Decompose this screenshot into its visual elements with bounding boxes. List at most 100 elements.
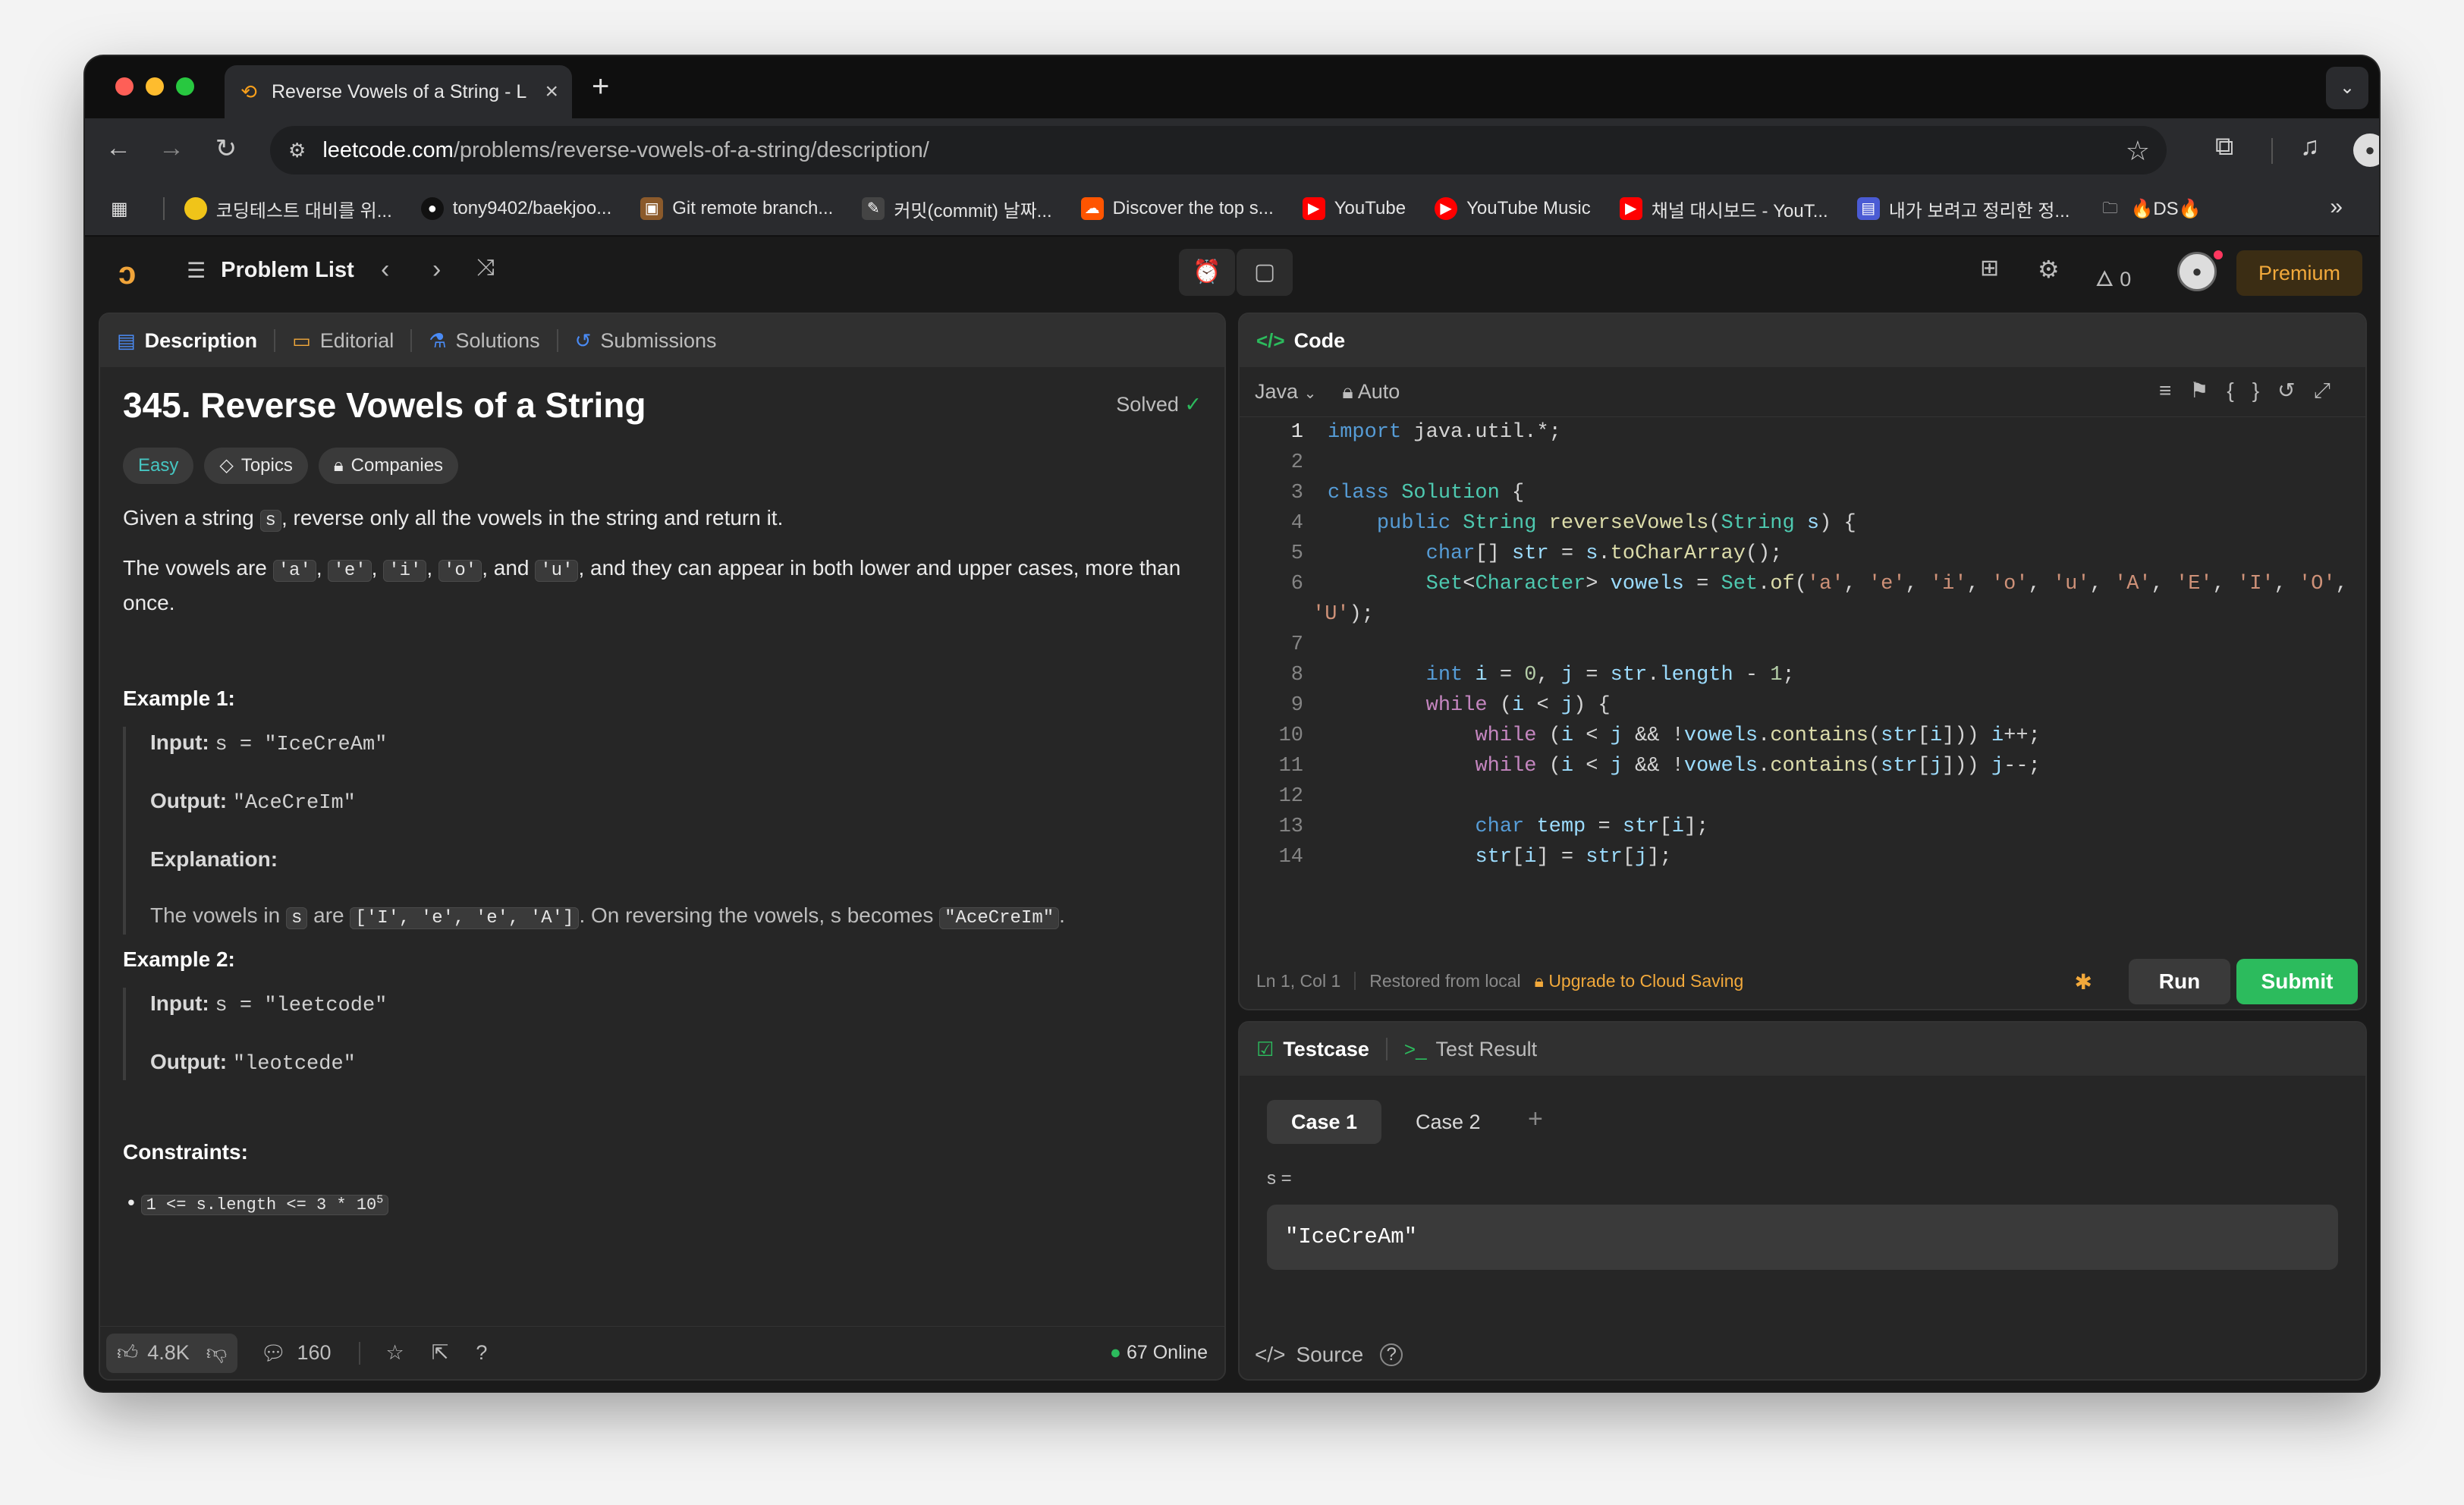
bookmark-item[interactable]: 코딩테스트 대비를 위... (184, 196, 392, 222)
media-control-icon[interactable]: ♫ (2300, 132, 2320, 162)
tab-divider (556, 329, 558, 352)
bookmark-item[interactable]: ✎ 커밋(commit) 날짜... (862, 196, 1052, 222)
layout-grid-icon[interactable]: ⊞ (1980, 255, 1999, 281)
example-1-heading: Example 1: (123, 687, 235, 710)
bookmark-item[interactable]: ▤ 내가 보려고 정리한 정... (1856, 196, 2070, 222)
bookmark-item[interactable]: ▶ 채널 대시보드 - YouT... (1619, 196, 1828, 222)
tab-description[interactable]: ▤ Description (117, 329, 257, 353)
companies-button[interactable]: 🔒︎ Companies (318, 448, 459, 484)
case-1-tab[interactable]: Case 1 (1267, 1100, 1382, 1144)
minimize-window-button[interactable] (146, 77, 164, 96)
code-brackets-icon: </> (1255, 1343, 1286, 1366)
streak-fire-icon[interactable]: 🜂 0 (2095, 255, 2131, 298)
close-tab-icon[interactable]: × (545, 79, 558, 105)
expand-icon[interactable]: ⤢ (2314, 379, 2349, 402)
source-button[interactable]: </> Source? (1255, 1343, 1403, 1367)
document-icon: ▤ (117, 328, 136, 352)
bookmark-folder[interactable]: 🗀 🔥DS🔥 (2098, 197, 2201, 220)
comment-icon: 💬︎ (260, 1341, 287, 1365)
shuffle-icon[interactable]: ⤨ (476, 255, 495, 281)
difficulty-badge: Easy (123, 448, 194, 484)
add-case-icon[interactable]: + (1528, 1104, 1543, 1134)
problem-title[interactable]: 345. Reverse Vowels of a String (123, 382, 1202, 428)
solved-status: Solved ✓ (1116, 393, 1202, 416)
tab-bar: ⟲ Reverse Vowels of a String - L × + ⌄ (85, 56, 2379, 118)
check-circle-icon: ✓ (1184, 393, 1202, 416)
testcase-input[interactable]: "IceCreAm" (1267, 1205, 2338, 1270)
run-button[interactable]: Run (2129, 959, 2230, 1004)
forward-icon[interactable]: → (155, 134, 188, 163)
submit-button[interactable]: Submit (2236, 959, 2358, 1004)
help-icon[interactable]: ? (1380, 1343, 1403, 1366)
back-icon[interactable]: ← (102, 134, 135, 163)
notes-icon[interactable]: ▢ (1237, 249, 1293, 296)
editor-status-bar: Ln 1, Col 1 Restored from local 🔒︎ Upgra… (1240, 953, 2365, 1009)
bookmark-item[interactable]: ▣ Git remote branch... (640, 197, 833, 220)
format-icon[interactable]: ≡ (2159, 379, 2189, 402)
language-select[interactable]: Java ⌄ (1255, 380, 1316, 404)
constraints-heading: Constraints: (123, 1140, 248, 1164)
thumbs-up-icon[interactable]: 👍︎ (117, 1341, 138, 1365)
bookmark-item[interactable]: ● tony9402/baekjoo... (420, 197, 611, 220)
problem-list-button[interactable]: ☰ Problem List (187, 258, 354, 283)
braces-icon[interactable]: {} (2227, 379, 2277, 402)
reset-icon[interactable]: ↺ (2277, 379, 2313, 402)
autocomplete-mode[interactable]: 🔒︎ Auto (1342, 380, 1400, 404)
folder-icon: 🗀 (2102, 200, 2118, 217)
toolbar-divider (2271, 138, 2273, 164)
page-icon: ▣ (640, 197, 664, 220)
tab-divider (410, 329, 413, 352)
tab-search-button[interactable]: ⌄ (2326, 67, 2368, 109)
bookmark-star-icon[interactable]: ☆ (2126, 135, 2150, 167)
editor-tools: ≡⚑{}↺⤢ (2159, 378, 2349, 404)
book-icon: ▭ (292, 328, 311, 352)
lock-icon: 🔒︎ (333, 455, 344, 476)
timer-icon[interactable]: ⏰ (1179, 249, 1235, 296)
favorite-star-icon[interactable]: ☆ (386, 1341, 404, 1365)
problem-tags: Easy ◇ Topics 🔒︎ Companies (123, 448, 1202, 484)
extensions-icon[interactable]: ⧉ (2215, 132, 2233, 162)
browser-tab[interactable]: ⟲ Reverse Vowels of a String - L × (225, 65, 572, 118)
bookmark-item[interactable]: ☁ Discover the top s... (1080, 197, 1274, 220)
more-bookmarks-icon[interactable]: » (2330, 194, 2343, 220)
leetcode-logo-icon[interactable]: ↄ (118, 255, 136, 291)
comments-button[interactable]: 💬︎ 160 (260, 1341, 331, 1365)
tab-code[interactable]: </> Code (1256, 329, 1345, 353)
case-2-tab[interactable]: Case 2 (1391, 1100, 1505, 1144)
code-editor[interactable]: 1 import java.util.*; 2 3 class Solution {… (1240, 417, 2365, 880)
user-avatar[interactable]: ● (2177, 252, 2217, 291)
new-tab-button[interactable]: + (592, 70, 609, 104)
online-dot-icon: ● (1109, 1342, 1122, 1363)
url-text[interactable]: leetcode.com/problems/reverse-vowels-of-… (322, 138, 929, 163)
list-icon: ☰ (187, 259, 206, 282)
bookmark-item[interactable]: ▶ YouTube (1302, 197, 1406, 220)
settings-gear-icon[interactable]: ⚙ (2038, 255, 2060, 284)
debugger-icon[interactable]: ✱ (2075, 969, 2092, 994)
tab-submissions[interactable]: ↺ Submissions (575, 329, 717, 353)
site-info-icon[interactable]: ⚙ (288, 139, 306, 162)
thumbs-down-icon[interactable]: 👎︎ (206, 1341, 227, 1365)
address-bar[interactable]: ⚙ leetcode.com/problems/reverse-vowels-o… (270, 126, 2167, 174)
premium-button[interactable]: Premium (2236, 250, 2362, 296)
description-tabs: ▤ Description ▭ Editorial ⚗ Solutions ↺ Subm… (100, 314, 1224, 367)
apps-grid-icon[interactable]: ▦ (111, 198, 128, 220)
share-icon[interactable]: ⇱ (432, 1341, 449, 1365)
profile-avatar-icon[interactable]: ● (2353, 134, 2379, 167)
close-window-button[interactable] (115, 77, 134, 96)
prev-problem-icon[interactable]: ‹ (381, 255, 389, 284)
tab-test-result[interactable]: >_ Test Result (1404, 1038, 1537, 1061)
maximize-window-button[interactable] (176, 77, 194, 96)
like-count: 4.8K (147, 1341, 190, 1364)
topics-button[interactable]: ◇ Topics (204, 448, 308, 484)
bookmark-icon[interactable]: ⚑ (2189, 379, 2227, 402)
tab-testcase[interactable]: ☑ Testcase (1256, 1038, 1369, 1061)
next-problem-icon[interactable]: › (432, 255, 441, 284)
help-icon[interactable]: ? (476, 1341, 487, 1365)
example-2-heading: Example 2: (123, 947, 235, 971)
tab-solutions[interactable]: ⚗ Solutions (429, 329, 539, 353)
reload-icon[interactable]: ↻ (209, 134, 243, 164)
tab-editorial[interactable]: ▭ Editorial (292, 329, 394, 353)
upgrade-cloud-saving-link[interactable]: 🔒︎ Upgrade to Cloud Saving (1535, 971, 1744, 991)
bookmark-item[interactable]: ▶ YouTube Music (1435, 197, 1591, 220)
constraint-item: • 1 <= s.length <= 3 * 105 (123, 1185, 1202, 1221)
